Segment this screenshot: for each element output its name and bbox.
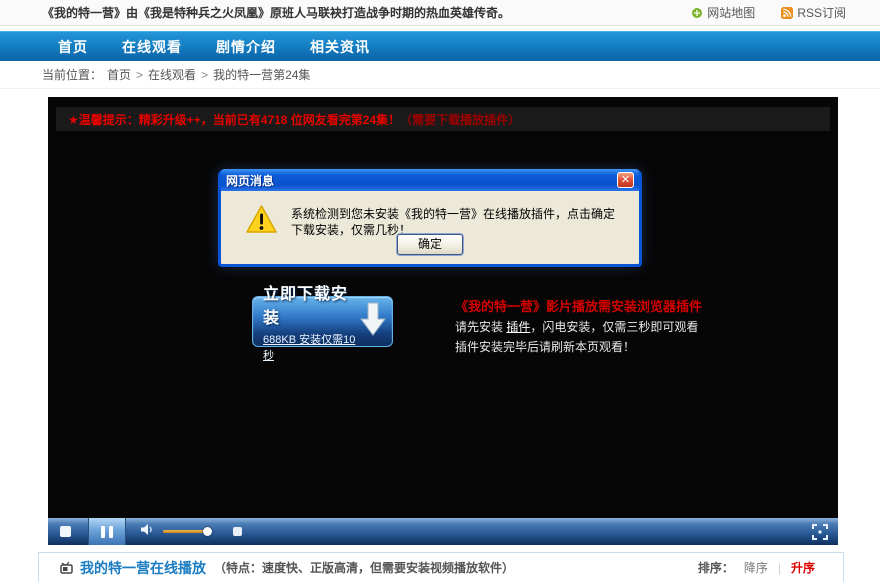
download-button-title: 立即下载安装 bbox=[263, 280, 356, 328]
top-bar: 《我的特一营》由《我是特种兵之火凤凰》原班人马联袂打造战争时期的热血英雄传奇。 … bbox=[0, 0, 880, 26]
footer-note: （特点：速度快、正版高清，但需要安装视频播放软件） bbox=[214, 559, 514, 576]
main-nav: 首页 在线观看 剧情介绍 相关资讯 bbox=[0, 31, 880, 61]
sort-ascending-link[interactable]: 升序 bbox=[791, 559, 815, 576]
breadcrumb-home[interactable]: 首页 bbox=[107, 66, 131, 83]
nav-item-plot-intro[interactable]: 剧情介绍 bbox=[216, 37, 276, 57]
notice-paren-text: （需要下载播放插件） bbox=[400, 111, 520, 128]
sitemap-label: 网站地图 bbox=[707, 4, 755, 21]
notice-text: ★温馨提示：精彩升级++，当前已有4718 位网友看完第24集！ bbox=[68, 111, 400, 128]
breadcrumb: 当前位置： 首页 > 在线观看 > 我的特一营第24集 bbox=[0, 61, 880, 89]
download-button-subtitle: 688KB 安装仅需10秒 bbox=[263, 331, 356, 363]
breadcrumb-prefix: 当前位置： bbox=[42, 66, 102, 83]
volume-icon[interactable] bbox=[140, 523, 155, 541]
rss-label: RSS订阅 bbox=[797, 4, 846, 21]
fullscreen-icon[interactable] bbox=[812, 524, 828, 540]
dialog-title: 网页消息 bbox=[226, 172, 274, 189]
rss-icon bbox=[781, 7, 793, 19]
download-arrow-icon bbox=[360, 301, 386, 342]
player-notice: ★温馨提示：精彩升级++，当前已有4718 位网友看完第24集！ （需要下载播放… bbox=[56, 107, 830, 131]
pause-button[interactable] bbox=[88, 518, 126, 545]
sort-controls: 排序： 降序 | 升序 bbox=[698, 559, 815, 576]
download-install-button[interactable]: 立即下载安装 688KB 安装仅需10秒 bbox=[252, 296, 393, 347]
rss-link[interactable]: RSS订阅 bbox=[781, 4, 846, 21]
breadcrumb-separator: > bbox=[136, 68, 143, 82]
sort-label: 排序： bbox=[698, 559, 734, 576]
plugin-info-headline: 《我的特一营》影片播放需安装浏览器插件 bbox=[455, 297, 702, 317]
stop-icon[interactable] bbox=[60, 526, 71, 537]
footer-bar: 我的特一营在线播放 （特点：速度快、正版高清，但需要安装视频播放软件） 排序： … bbox=[38, 552, 844, 582]
volume-knob[interactable] bbox=[203, 527, 212, 536]
plugin-line2-suffix: ，闪电安装，仅需三秒即可观看 bbox=[530, 320, 698, 334]
video-player: ★温馨提示：精彩升级++，当前已有4718 位网友看完第24集！ （需要下载播放… bbox=[48, 97, 838, 545]
nav-item-watch-online[interactable]: 在线观看 bbox=[122, 37, 182, 57]
site-description: 《我的特一营》由《我是特种兵之火凤凰》原班人马联袂打造战争时期的热血英雄传奇。 bbox=[42, 4, 510, 21]
breadcrumb-watch-online[interactable]: 在线观看 bbox=[148, 66, 196, 83]
nav-item-related-news[interactable]: 相关资讯 bbox=[310, 37, 370, 57]
tv-icon bbox=[59, 561, 74, 575]
ok-button[interactable]: 确定 bbox=[397, 234, 463, 255]
volume-slider[interactable] bbox=[163, 527, 215, 536]
mini-square-button[interactable] bbox=[233, 527, 242, 536]
warning-icon bbox=[245, 204, 278, 234]
sitemap-link[interactable]: 网站地图 bbox=[691, 4, 755, 21]
plugin-info-line3: 插件安装完毕后请刷新本页观看！ bbox=[455, 337, 702, 357]
plugin-info: 《我的特一营》影片播放需安装浏览器插件 请先安装 插件，闪电安装，仅需三秒即可观… bbox=[455, 297, 702, 357]
dialog-body: 系统检测到您未安装《我的特一营》在线播放插件，点击确定下载安装，仅需几秒！ 确定 bbox=[221, 191, 639, 264]
sitemap-icon bbox=[691, 7, 703, 19]
breadcrumb-separator: > bbox=[201, 68, 208, 82]
plugin-info-line2: 请先安装 插件，闪电安装，仅需三秒即可观看 bbox=[455, 317, 702, 337]
player-control-bar bbox=[48, 518, 838, 545]
download-button-texts: 立即下载安装 688KB 安装仅需10秒 bbox=[263, 280, 356, 363]
webpage-message-dialog: 网页消息 ✕ 系统检测到您未安装《我的特一营》在线播放插件，点击确定下载安装，仅… bbox=[218, 169, 642, 267]
dialog-close-icon[interactable]: ✕ bbox=[617, 172, 634, 188]
plugin-line2-prefix: 请先安装 bbox=[455, 320, 506, 334]
sort-separator: | bbox=[778, 561, 781, 575]
footer-play-title[interactable]: 我的特一营在线播放 bbox=[80, 558, 206, 578]
nav-item-home[interactable]: 首页 bbox=[58, 37, 88, 57]
page: 《我的特一营》由《我是特种兵之火凤凰》原班人马联袂打造战争时期的热血英雄传奇。 … bbox=[0, 0, 880, 582]
top-links: 网站地图 RSS订阅 bbox=[691, 4, 846, 21]
plugin-link[interactable]: 插件 bbox=[506, 320, 530, 334]
dialog-title-bar[interactable]: 网页消息 ✕ bbox=[221, 169, 639, 191]
sort-descending-link[interactable]: 降序 bbox=[744, 559, 768, 576]
breadcrumb-current: 我的特一营第24集 bbox=[213, 66, 310, 83]
